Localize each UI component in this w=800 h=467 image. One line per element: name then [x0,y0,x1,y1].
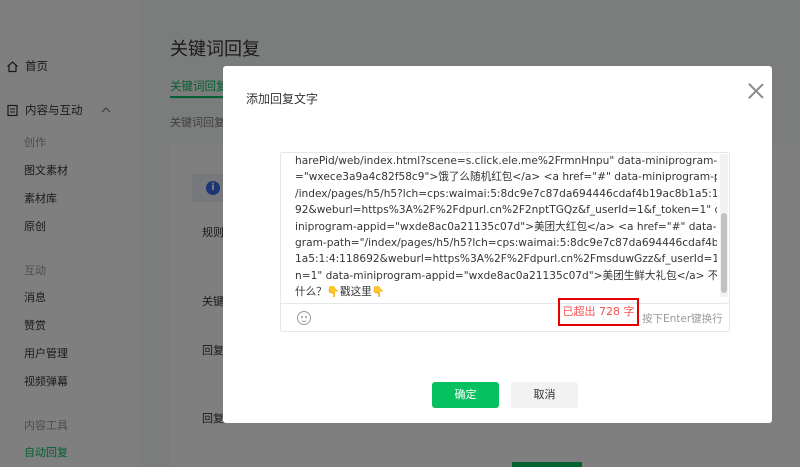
editor-line: /index/pages/h5/h5?lch=cps:waimai:5:8dc9… [295,187,717,200]
cancel-button[interactable]: 取消 [511,382,578,408]
emoji-icon[interactable] [297,311,311,325]
close-icon[interactable] [747,82,765,100]
editor-scrollbar[interactable] [720,154,728,297]
over-limit-warning: 已超出 728 字 [558,298,639,326]
editor-line: iniprogram-appid="wxde8ac0a21135c07d">美团… [295,220,717,233]
editor-content[interactable]: harePid/web/index.html?scene=s.click.ele… [295,153,717,303]
enter-hint: 按下Enter键换行 [642,313,723,325]
dialog-title: 添加回复文字 [246,92,319,106]
editor-line: ="wxece3a9a4c82f58c9">饿了么随机红包</a> <a hre… [295,171,717,184]
editor-line: n=1" data-miniprogram-appid="wxde8ac0a21… [295,269,717,282]
editor-toolbar-divider [281,303,729,304]
editor-line: 92&weburl=https%3A%2F%2Fdpurl.cn%2F2nptT… [295,204,717,217]
editor-line: 什么？👇戳这里👇 [295,286,385,299]
editor-line: gram-path="/index/pages/h5/h5?lch=cps:wa… [295,237,717,250]
reply-text-editor[interactable]: harePid/web/index.html?scene=s.click.ele… [280,152,730,332]
scrollbar-thumb[interactable] [721,213,727,293]
editor-line: 1a5:1:4:118692&weburl=https%3A%2F%2Fdpur… [295,253,717,266]
confirm-button[interactable]: 确定 [432,382,499,408]
add-reply-text-dialog: 添加回复文字 harePid/web/index.html?scene=s.cl… [223,66,772,423]
editor-line: harePid/web/index.html?scene=s.click.ele… [295,155,717,167]
